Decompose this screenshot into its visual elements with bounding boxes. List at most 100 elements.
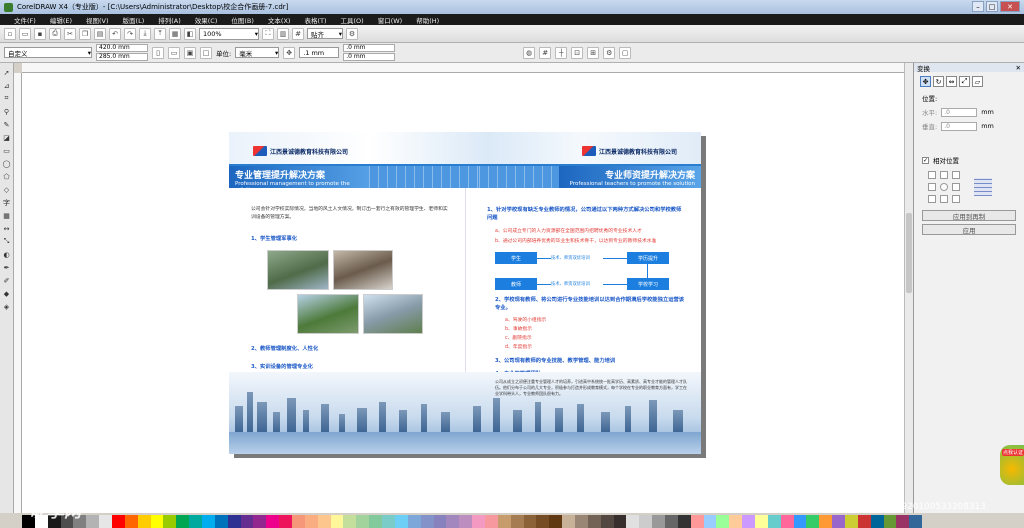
print-icon[interactable]: ⎙ <box>49 27 61 40</box>
snap-objects-icon[interactable]: ⊡ <box>571 46 584 59</box>
nudge-distance-field[interactable]: .1 mm <box>299 47 340 58</box>
anchor-point[interactable] <box>940 171 948 179</box>
palette-swatch[interactable] <box>600 515 614 528</box>
palette-swatch[interactable] <box>343 515 357 528</box>
palette-swatch[interactable] <box>472 515 485 528</box>
new-document-icon[interactable]: ▫ <box>4 27 16 40</box>
pick-tool-icon[interactable]: ➚ <box>2 67 12 78</box>
app-launcher-icon[interactable]: ▦ <box>169 27 181 40</box>
units-select[interactable]: 毫米 ▾ <box>235 47 280 58</box>
anchor-point[interactable] <box>928 183 936 191</box>
palette-swatch[interactable] <box>227 515 241 528</box>
palette-swatch[interactable] <box>112 515 125 528</box>
all-pages-icon[interactable]: ▣ <box>184 46 196 59</box>
fill-tool-icon[interactable]: ◆ <box>2 288 12 299</box>
scrollbar-thumb[interactable] <box>906 213 912 293</box>
palette-swatch[interactable] <box>433 515 447 528</box>
palette-swatch[interactable] <box>394 515 408 528</box>
close-button[interactable]: ✕ <box>1000 1 1020 12</box>
connector-tool-icon[interactable]: ⤡ <box>2 236 12 247</box>
palette-swatch[interactable] <box>780 515 794 528</box>
brochure-page[interactable]: 江西景诚德教育科技有限公司 江西景诚德教育科技有限公司 专业管理提升解决方案 P… <box>229 132 701 454</box>
palette-swatch[interactable] <box>909 515 923 528</box>
table-tool-icon[interactable]: ▦ <box>2 210 12 221</box>
crop-tool-icon[interactable]: ⌗ <box>2 93 12 104</box>
anchor-point[interactable] <box>952 171 960 179</box>
anchor-point[interactable] <box>928 171 936 179</box>
paste-icon[interactable]: ▤ <box>94 27 106 40</box>
close-icon[interactable]: ✕ <box>1016 64 1021 72</box>
size-icon[interactable]: ⤢ <box>959 76 970 87</box>
menu-item[interactable]: 版面(L) <box>123 15 145 25</box>
vertical-input[interactable]: .0 <box>941 121 978 131</box>
menu-item[interactable]: 视图(V) <box>86 15 109 25</box>
palette-swatch[interactable] <box>484 515 498 528</box>
snap-to-select[interactable]: 贴齐 ▾ <box>307 28 343 39</box>
palette-swatch[interactable] <box>163 515 177 528</box>
outline-pen-icon[interactable]: ✐ <box>2 275 12 286</box>
menu-item[interactable]: 效果(C) <box>195 15 218 25</box>
dimension-tool-icon[interactable]: ↔ <box>2 223 12 234</box>
menu-item[interactable]: 编辑(E) <box>50 15 72 25</box>
skew-icon[interactable]: ▱ <box>972 76 983 87</box>
palette-swatch[interactable] <box>832 515 845 528</box>
zoom-tool-icon[interactable]: ⚲ <box>2 106 12 117</box>
snap-grid-icon[interactable]: # <box>539 46 552 59</box>
palette-swatch[interactable] <box>214 515 228 528</box>
palette-swatch[interactable] <box>536 515 550 528</box>
options-icon[interactable]: ⚙ <box>603 46 616 59</box>
palette-swatch[interactable] <box>793 515 807 528</box>
palette-swatch[interactable] <box>652 515 665 528</box>
palette-swatch[interactable] <box>857 515 871 528</box>
palette-swatch[interactable] <box>150 515 164 528</box>
palette-swatch[interactable] <box>574 515 588 528</box>
palette-swatch[interactable] <box>240 515 254 528</box>
palette-swatch[interactable] <box>883 515 897 528</box>
welcome-screen-icon[interactable]: ◧ <box>184 27 196 40</box>
palette-swatch[interactable] <box>587 515 601 528</box>
palette-swatch[interactable] <box>459 515 473 528</box>
copy-icon[interactable]: ❐ <box>79 27 91 40</box>
palette-swatch[interactable] <box>253 515 267 528</box>
rectangle-tool-icon[interactable]: ▭ <box>2 145 12 156</box>
palette-swatch[interactable] <box>304 515 318 528</box>
palette-swatch[interactable] <box>266 515 280 528</box>
rulers-icon[interactable]: ▥ <box>277 27 289 40</box>
palette-swatch[interactable] <box>86 515 100 528</box>
anchor-point[interactable] <box>952 183 960 191</box>
menu-item[interactable]: 窗口(W) <box>378 15 403 25</box>
menu-item[interactable]: 排列(A) <box>158 15 181 25</box>
verify-badge[interactable]: 点我认证 <box>1000 445 1024 485</box>
palette-swatch[interactable] <box>446 515 460 528</box>
apply-to-duplicate-button[interactable]: 应用到再制 <box>922 210 1016 221</box>
snap-guidelines-icon[interactable]: ┼ <box>555 46 568 59</box>
palette-swatch[interactable] <box>317 515 331 528</box>
anchor-point[interactable] <box>940 183 948 191</box>
options-icon[interactable]: ⚙ <box>346 27 358 40</box>
export-icon[interactable]: ⤒ <box>154 27 166 40</box>
palette-swatch[interactable] <box>664 515 678 528</box>
current-page-icon[interactable]: □ <box>200 46 212 59</box>
open-folder-icon[interactable]: ▭ <box>19 27 31 40</box>
grid-icon[interactable]: # <box>292 27 304 40</box>
menu-item[interactable]: 表格(T) <box>304 15 326 25</box>
palette-swatch[interactable] <box>330 515 344 528</box>
palette-swatch[interactable] <box>124 515 138 528</box>
palette-swatch[interactable] <box>549 515 563 528</box>
palette-swatch[interactable] <box>510 515 524 528</box>
freehand-tool-icon[interactable]: ✎ <box>2 119 12 130</box>
dynamic-guides-icon[interactable]: ⊞ <box>587 46 600 59</box>
palette-swatch[interactable] <box>497 515 511 528</box>
apply-button[interactable]: 应用 <box>922 224 1016 235</box>
palette-swatch[interactable] <box>407 515 421 528</box>
palette-swatch[interactable] <box>716 515 730 528</box>
cut-icon[interactable]: ✂ <box>64 27 76 40</box>
interactive-fill-icon[interactable]: ◈ <box>2 301 12 312</box>
vertical-ruler[interactable] <box>14 73 22 513</box>
page-height-field[interactable]: 285.0 mm <box>96 53 148 61</box>
duplicate-y-field[interactable]: .0 mm <box>343 53 396 61</box>
palette-swatch[interactable] <box>742 515 755 528</box>
relative-position-checkbox[interactable]: ✓ <box>922 156 929 164</box>
page-width-field[interactable]: 420.0 mm <box>96 44 148 52</box>
palette-swatch[interactable] <box>562 515 575 528</box>
